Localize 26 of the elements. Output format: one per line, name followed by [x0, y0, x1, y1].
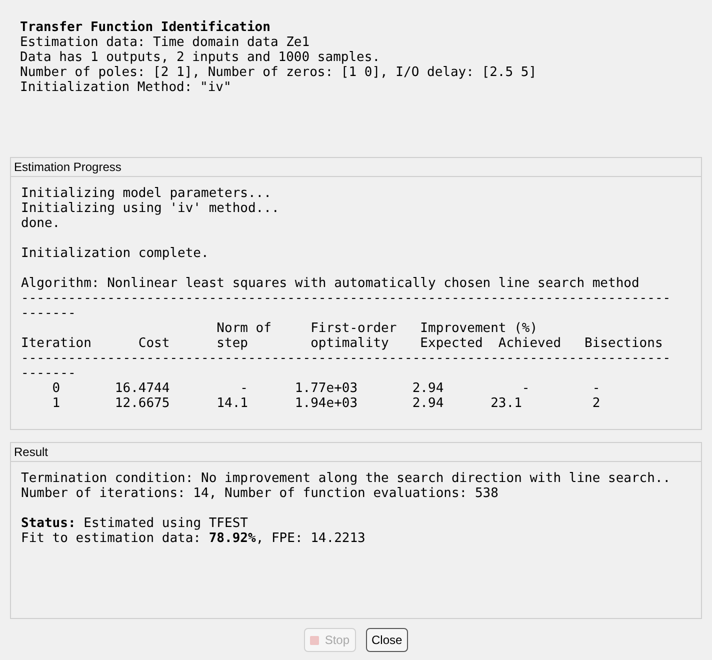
log-line: ----------------------------------------------------------------------------------- [21, 291, 672, 306]
result-line: Termination condition: No improvement along the search direction with line search.. [21, 471, 672, 486]
log-line: ------- [21, 306, 77, 321]
summary-title: Transfer Function Identification [20, 20, 272, 35]
result-line: Fit to estimation data: 78.92%, FPE: 14.2213 [21, 531, 366, 546]
log-line: Initializing using 'iv' method... [21, 201, 280, 216]
stop-icon [310, 636, 319, 644]
panel-title: Result [11, 443, 701, 462]
result-line: Number of iterations: 14, Number of function evaluations: 538 [21, 486, 500, 501]
log-line: Norm of First-order Improvement (%) [216, 321, 539, 336]
log-line: Initialization complete. [21, 246, 210, 261]
close-button[interactable]: Close [366, 628, 408, 652]
log-line: 1 12.6675 14.1 1.94e+03 2.94 23.1 2 [51, 396, 602, 411]
log-line: Initializing model parameters... [21, 186, 272, 201]
log-line: Iteration Cost step optimality Expected Achieved Bisections [21, 336, 664, 351]
log-line: 0 16.4744 - 1.77e+03 2.94 - - [51, 381, 602, 396]
result-line: Status: Estimated using TFEST [21, 516, 249, 531]
panel-title: Estimation Progress [11, 158, 701, 177]
log-line: done. [21, 216, 62, 231]
summary-line: Initialization Method: "iv" [20, 80, 232, 95]
log-line: Algorithm: Nonlinear least squares with automatically chosen line search method [21, 276, 640, 291]
summary-line: Number of poles: [2 1], Number of zeros: [1 0], I/O delay: [2.5 5] [20, 65, 538, 80]
summary-line: Data has 1 outputs, 2 inputs and 1000 samples. [20, 50, 382, 65]
log-line: ------- [21, 366, 77, 381]
log-line: ----------------------------------------------------------------------------------- [21, 351, 672, 366]
summary-line: Estimation data: Time domain data Ze1 [20, 35, 311, 50]
